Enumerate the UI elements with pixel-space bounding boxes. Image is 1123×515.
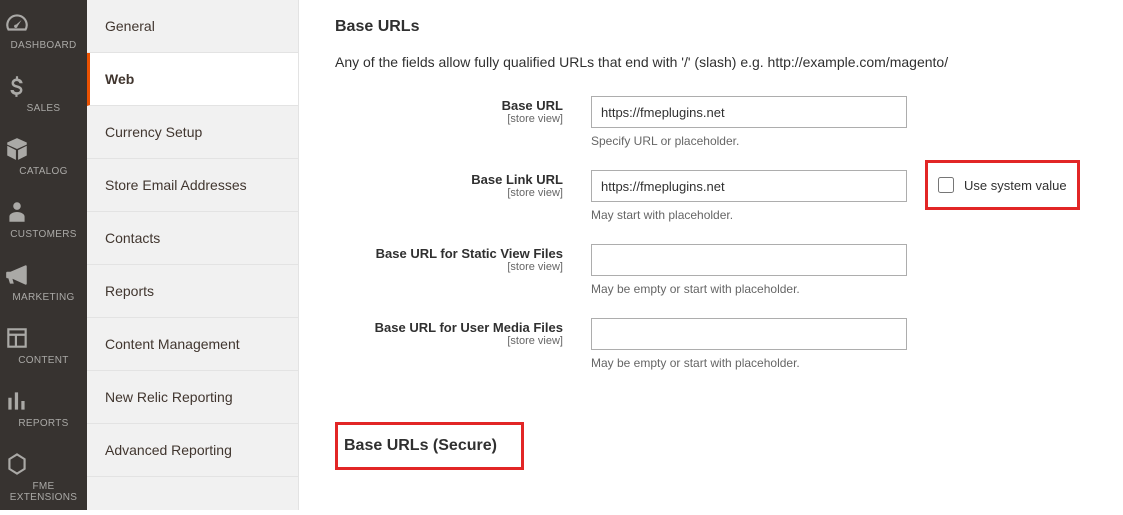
section-title-base-urls[interactable]: Base URLs	[335, 18, 1093, 36]
use-system-value-label: Use system value	[964, 178, 1067, 193]
tab-currency-setup[interactable]: Currency Setup	[87, 106, 298, 159]
main-content: Base URLs Any of the fields allow fully …	[299, 0, 1123, 510]
tab-content-management[interactable]: Content Management	[87, 318, 298, 371]
megaphone-icon	[4, 262, 30, 288]
hexagon-icon	[4, 451, 30, 477]
field-label: Base URL for User Media Files	[335, 320, 563, 335]
tab-reports[interactable]: Reports	[87, 265, 298, 318]
use-system-value-wrap: Use system value	[925, 160, 1080, 210]
use-system-value-checkbox[interactable]	[938, 177, 954, 193]
field-label: Base URL	[335, 98, 563, 113]
field-label: Base Link URL	[335, 172, 563, 187]
nav-label: DASHBOARD	[4, 40, 83, 51]
field-hint: Specify URL or placeholder.	[591, 134, 907, 148]
nav-item-customers[interactable]: CUSTOMERS	[0, 189, 87, 252]
layout-icon	[4, 325, 30, 351]
field-row-base-link-url: Base Link URL [store view] May start wit…	[335, 170, 1093, 222]
field-scope: [store view]	[335, 113, 563, 125]
nav-label: SALES	[4, 103, 83, 114]
field-scope: [store view]	[335, 261, 563, 273]
tab-web[interactable]: Web	[87, 53, 298, 106]
tab-new-relic-reporting[interactable]: New Relic Reporting	[87, 371, 298, 424]
nav-item-fme-extensions[interactable]: FME EXTENSIONS	[0, 441, 87, 515]
nav-item-dashboard[interactable]: DASHBOARD	[0, 0, 87, 63]
section-title-base-urls-secure[interactable]: Base URLs (Secure)	[335, 422, 524, 470]
field-row-base-url: Base URL [store view] Specify URL or pla…	[335, 96, 1093, 148]
tab-store-email-addresses[interactable]: Store Email Addresses	[87, 159, 298, 212]
gauge-icon	[4, 10, 30, 36]
field-scope: [store view]	[335, 335, 563, 347]
admin-nav: DASHBOARD SALES CATALOG CUSTOMERS MARKET…	[0, 0, 87, 510]
field-hint: May start with placeholder.	[591, 208, 907, 222]
nav-item-content[interactable]: CONTENT	[0, 315, 87, 378]
box-icon	[4, 136, 30, 162]
nav-label: REPORTS	[4, 418, 83, 429]
field-label-wrap: Base URL for User Media Files [store vie…	[335, 318, 591, 347]
base-static-url-input[interactable]	[591, 244, 907, 276]
field-control: May be empty or start with placeholder.	[591, 244, 907, 296]
field-row-base-media: Base URL for User Media Files [store vie…	[335, 318, 1093, 370]
field-hint: May be empty or start with placeholder.	[591, 282, 907, 296]
person-icon	[4, 199, 30, 225]
config-tabs: General Web Currency Setup Store Email A…	[87, 0, 299, 510]
tab-advanced-reporting[interactable]: Advanced Reporting	[87, 424, 298, 477]
nav-label: CONTENT	[4, 355, 83, 366]
field-hint: May be empty or start with placeholder.	[591, 356, 907, 370]
nav-item-reports[interactable]: REPORTS	[0, 378, 87, 441]
base-media-url-input[interactable]	[591, 318, 907, 350]
field-label-wrap: Base URL [store view]	[335, 96, 591, 125]
dollar-icon	[4, 73, 30, 99]
nav-item-marketing[interactable]: MARKETING	[0, 252, 87, 315]
nav-item-catalog[interactable]: CATALOG	[0, 126, 87, 189]
nav-label: CUSTOMERS	[4, 229, 83, 240]
nav-label: CATALOG	[4, 166, 83, 177]
bar-chart-icon	[4, 388, 30, 414]
field-row-base-static: Base URL for Static View Files [store vi…	[335, 244, 1093, 296]
nav-label: FME EXTENSIONS	[4, 481, 83, 503]
field-control: May be empty or start with placeholder.	[591, 318, 907, 370]
field-control: Specify URL or placeholder.	[591, 96, 907, 148]
field-scope: [store view]	[335, 187, 563, 199]
field-label-wrap: Base Link URL [store view]	[335, 170, 591, 199]
field-label-wrap: Base URL for Static View Files [store vi…	[335, 244, 591, 273]
base-url-input[interactable]	[591, 96, 907, 128]
section-note: Any of the fields allow fully qualified …	[335, 54, 1093, 70]
nav-item-sales[interactable]: SALES	[0, 63, 87, 126]
field-control: May start with placeholder.	[591, 170, 907, 222]
base-link-url-input[interactable]	[591, 170, 907, 202]
tab-general[interactable]: General	[87, 0, 298, 53]
tab-contacts[interactable]: Contacts	[87, 212, 298, 265]
nav-label: MARKETING	[4, 292, 83, 303]
field-label: Base URL for Static View Files	[335, 246, 563, 261]
